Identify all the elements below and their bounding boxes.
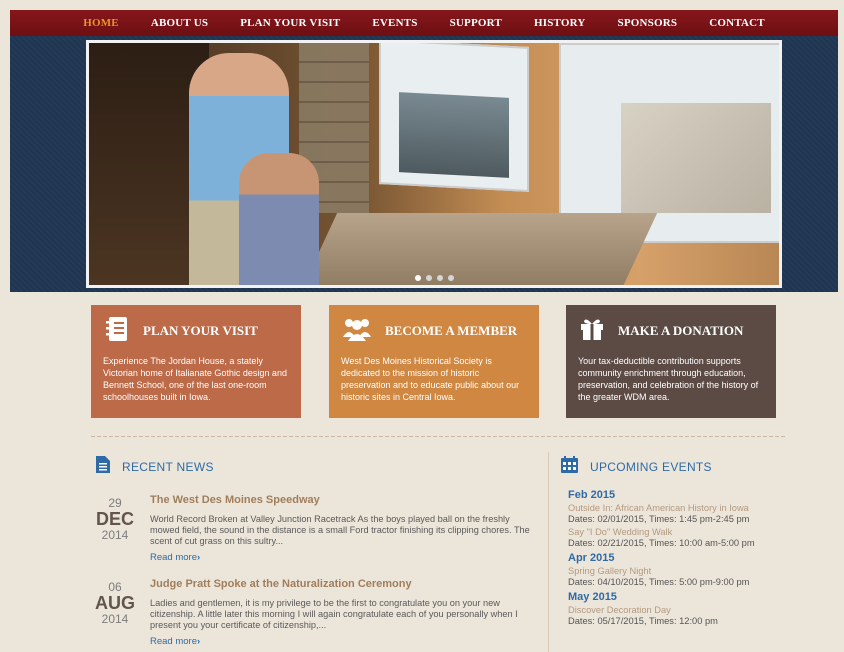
slide-exhibit-photo [399,92,509,178]
section-divider [91,436,787,437]
news-body: The West Des Moines Speedway World Recor… [150,494,530,565]
event-link[interactable]: Outside In: African American History in … [568,503,798,514]
read-more-link[interactable]: Read more› [150,552,200,563]
promo-title: BECOME A MEMBER [385,323,518,338]
slider-dot[interactable] [414,275,421,281]
news-date-year: 2014 [101,612,129,626]
nav-home[interactable]: HOME [83,17,119,29]
main-nav: HOME ABOUT US PLAN YOUR VISIT EVENTS SUP… [10,10,838,36]
event-dates: Dates: 05/17/2015, Times: 12:00 pm [568,616,718,626]
news-title-link[interactable]: The West Des Moines Speedway [150,494,530,506]
hero-banner [10,36,838,292]
events-month-heading: Apr 2015 [568,552,615,564]
slide-exhibit-panel [379,43,529,192]
event-dates: Dates: 02/21/2015, Times: 10:00 am-5:00 … [568,538,755,548]
promo-become-a-member[interactable]: BECOME A MEMBER West Des Moines Historic… [329,305,539,418]
slider-dot[interactable] [425,275,432,281]
event-dates: Dates: 02/01/2015, Times: 1:45 pm-2:45 p… [568,514,750,524]
promo-title: PLAN YOUR VISIT [143,323,258,338]
read-more-link[interactable]: Read more› [150,636,200,647]
promo-title: MAKE A DONATION [618,323,744,338]
read-more-label: Read more [150,636,197,647]
news-date-day: 06 [108,580,122,594]
nav-contact[interactable]: CONTACT [709,17,765,29]
nav-sponsors[interactable]: SPONSORS [618,17,678,29]
promo-text: Your tax-deductible contribution support… [578,356,759,402]
calendar-icon [561,456,578,478]
news-date-month: DEC [95,509,134,529]
slide-boy-younger [239,153,319,285]
event-link[interactable]: Spring Gallery Night [568,566,798,577]
event-link[interactable]: Discover Decoration Day [568,605,798,616]
upcoming-events-header: UPCOMING EVENTS [561,456,712,478]
news-excerpt: World Record Broken at Valley Junction R… [150,514,530,546]
nav-history[interactable]: HISTORY [534,17,586,29]
events-month-heading: May 2015 [568,591,617,603]
news-date-month: AUG [95,593,135,613]
slider-dots [89,275,779,281]
news-body: Judge Pratt Spoke at the Naturalization … [150,578,530,649]
event-dates: Dates: 04/10/2015, Times: 5:00 pm-9:00 p… [568,577,750,587]
news-excerpt: Ladies and gentlemen, it is my privilege… [150,598,518,630]
news-date-day: 29 [108,496,122,510]
news-item: 29 DEC 2014 The West Des Moines Speedway… [94,494,534,566]
news-date: 06 AUG 2014 [94,580,136,626]
promo-make-a-donation[interactable]: MAKE A DONATION Your tax-deductible cont… [566,305,776,418]
promo-plan-your-visit[interactable]: PLAN YOUR VISIT Experience The Jordan Ho… [91,305,301,418]
chevron-right-icon: › [197,636,201,647]
news-item: 06 AUG 2014 Judge Pratt Spoke at the Nat… [94,578,534,650]
gift-icon [578,315,606,348]
chevron-right-icon: › [197,552,201,563]
promo-text: Experience The Jordan House, a stately V… [103,356,287,402]
column-separator [548,452,549,652]
nav-events[interactable]: EVENTS [372,17,417,29]
slider-dot[interactable] [447,275,454,281]
news-title-link[interactable]: Judge Pratt Spoke at the Naturalization … [150,578,530,590]
events-month-heading: Feb 2015 [568,489,616,501]
read-more-label: Read more [150,552,197,563]
promo-text: West Des Moines Historical Society is de… [341,356,520,402]
nav-support[interactable]: SUPPORT [450,17,502,29]
nav-about-us[interactable]: ABOUT US [151,17,208,29]
upcoming-events-title: UPCOMING EVENTS [590,460,712,474]
notebook-icon [103,315,131,348]
hero-slide-image[interactable] [86,40,782,288]
recent-news-header: RECENT NEWS [96,456,214,478]
recent-news-title: RECENT NEWS [122,460,214,474]
group-icon [341,315,373,348]
event-link[interactable]: Say "I Do" Wedding Walk [568,527,798,538]
document-icon [96,456,110,478]
news-date: 29 DEC 2014 [94,496,136,542]
events-list: Feb 2015 Outside In: African American Hi… [568,486,798,629]
slide-exhibit-art [621,103,771,213]
nav-plan-your-visit[interactable]: PLAN YOUR VISIT [240,17,340,29]
slider-dot[interactable] [436,275,443,281]
news-date-year: 2014 [101,528,129,542]
